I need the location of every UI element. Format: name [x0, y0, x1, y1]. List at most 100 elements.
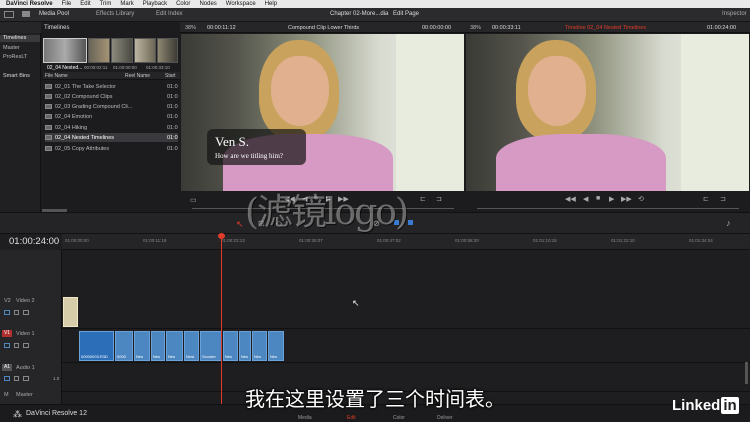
linkedin-logo: Linked in: [672, 397, 739, 414]
source-frame[interactable]: Ven S. How are we titling him?: [181, 34, 464, 191]
source-clip-title[interactable]: Compound Clip Lower Thirds: [288, 25, 359, 31]
bin-proreslt[interactable]: ProResLT: [3, 54, 27, 60]
monitor-icon[interactable]: [4, 343, 10, 348]
loop-icon[interactable]: ⟲: [638, 195, 644, 205]
v1-clip[interactable]: Nes: [166, 331, 183, 361]
v1-clip[interactable]: 0000: [115, 331, 133, 361]
timeline-ruler[interactable]: 01:00:00:00 01:00:11:18 01:00:23:13 01:0…: [62, 234, 750, 250]
menu-color[interactable]: Color: [176, 1, 190, 7]
menu-help[interactable]: Help: [265, 1, 277, 7]
menu-file[interactable]: File: [62, 1, 72, 7]
v1-clip[interactable]: Scooter: [200, 331, 222, 361]
list-item[interactable]: 02_01 The Take Selector 01:0: [45, 82, 178, 91]
audio-meter-icon[interactable]: ♪: [726, 218, 731, 228]
track-badge-a1[interactable]: A1: [2, 364, 12, 371]
disable-track-icon[interactable]: [23, 310, 29, 315]
timeline-play-icon[interactable]: ▶: [609, 195, 614, 205]
v1-clip[interactable]: Nes: [252, 331, 267, 361]
timeline-icon: [45, 146, 52, 151]
thumb-name: 02_04 Nested...: [47, 65, 83, 71]
effects-library-button[interactable]: Effects Library: [96, 11, 134, 17]
media-pool-button[interactable]: Media Pool: [39, 11, 69, 17]
list-item[interactable]: 02_02 Compound Clips 01:0: [45, 92, 178, 101]
timeline-in-icon[interactable]: ⊏: [703, 195, 709, 205]
v1-clip[interactable]: Nes: [239, 331, 251, 361]
timeline-icon: [45, 94, 52, 99]
col-reel-name[interactable]: Reel Name: [125, 73, 150, 79]
clip-thumbnail[interactable]: [43, 38, 87, 63]
menu-workspace[interactable]: Workspace: [226, 1, 256, 7]
track-name-a1[interactable]: Audio 1: [16, 365, 35, 371]
menu-edit[interactable]: Edit: [80, 1, 90, 7]
solo-icon[interactable]: [23, 376, 29, 381]
v1-clip[interactable]: Nest: [184, 331, 199, 361]
list-item[interactable]: 02_05 Copy Attributes 01:0: [45, 144, 178, 153]
page-media[interactable]: Media: [298, 415, 312, 421]
lock-icon[interactable]: [14, 310, 19, 315]
media-pool-icon: [22, 11, 30, 17]
thumb-tc2: 01:00:00:00: [113, 65, 137, 70]
source-zoom[interactable]: 38%: [185, 25, 196, 31]
col-start[interactable]: Start: [165, 73, 176, 79]
timeline-next-icon[interactable]: ▶▶: [621, 195, 632, 205]
edit-index-button[interactable]: Edit Index: [156, 11, 183, 17]
thumbnail-strip: 02_04 Nested... 00:00:02:11 01:00:00:00 …: [43, 38, 178, 72]
menu-mark[interactable]: Mark: [120, 1, 133, 7]
col-file-name[interactable]: File Name: [45, 73, 68, 79]
bin-list: Timelines Master ProResLT Smart Bins: [0, 33, 41, 212]
bin-master[interactable]: Master: [3, 45, 20, 51]
timeline-stop-icon[interactable]: ■: [596, 195, 600, 205]
clip-thumbnail[interactable]: [88, 38, 110, 63]
timeline-viewer: 38% 00:00:33:11 Timeline 02_04 Nested Ti…: [465, 22, 750, 212]
timeline-out-icon[interactable]: ⊐: [720, 195, 726, 205]
panel-toggle-icon[interactable]: [4, 11, 14, 18]
timeline-scrubber[interactable]: [477, 208, 739, 209]
disable-track-icon[interactable]: [23, 343, 29, 348]
v2-clip[interactable]: [63, 297, 78, 327]
v1-clip[interactable]: Nes: [268, 331, 284, 361]
v1-clip[interactable]: Nes: [134, 331, 150, 361]
source-view-options-icon[interactable]: ▭: [190, 196, 197, 206]
menu-playback[interactable]: Playback: [143, 1, 167, 7]
track-name-v2[interactable]: Video 2: [16, 298, 35, 304]
timeline-viewer-timecode: 01:00:24:00: [707, 25, 737, 31]
timeline-zoom[interactable]: 38%: [470, 25, 481, 31]
v1-clip[interactable]: Nes: [151, 331, 165, 361]
source-in-icon[interactable]: ⊏: [420, 195, 426, 205]
bin-timelines[interactable]: Timelines: [0, 35, 40, 42]
clip-thumbnail[interactable]: [157, 38, 178, 63]
source-timecode: 00:00:00:00: [422, 25, 452, 31]
timeline-viewer-title[interactable]: Timeline 02_04 Nested Timelines: [565, 25, 646, 31]
v1-clip[interactable]: 00000003.R3D: [79, 331, 114, 361]
timeline-frame[interactable]: [466, 34, 749, 191]
app-name[interactable]: DaVinci Resolve: [6, 1, 53, 7]
page-color[interactable]: Color: [393, 415, 405, 421]
timeline-prev-icon[interactable]: ◀◀: [565, 195, 576, 205]
v1-clip[interactable]: Nes: [223, 331, 238, 361]
track-badge-v1[interactable]: V1: [2, 330, 12, 337]
list-item[interactable]: 02_04 Emotion 01:0: [45, 112, 178, 121]
selection-tool-icon[interactable]: ↖: [236, 219, 244, 230]
marker-icon[interactable]: [408, 220, 413, 225]
monitor-icon[interactable]: [4, 310, 10, 315]
page-deliver[interactable]: Deliver: [437, 415, 453, 421]
playhead-handle[interactable]: [218, 233, 225, 239]
menu-nodes[interactable]: Nodes: [199, 1, 216, 7]
list-item-selected[interactable]: 02_04 Nested Timelines 01:0: [45, 133, 178, 142]
clip-thumbnail[interactable]: [134, 38, 156, 63]
source-out-icon[interactable]: ⊐: [436, 195, 442, 205]
track-name-v1[interactable]: Video 1: [16, 331, 35, 337]
list-item[interactable]: 02_04 Hiking 01:0: [45, 123, 178, 132]
timeline-scrollbar[interactable]: [745, 362, 748, 384]
timeline-play-reverse-icon[interactable]: ◀: [583, 195, 588, 205]
menu-bar: DaVinci Resolve File Edit Trim Mark Play…: [0, 0, 750, 8]
playhead[interactable]: [221, 234, 222, 404]
menu-trim[interactable]: Trim: [100, 1, 112, 7]
page-edit[interactable]: Edit: [347, 415, 356, 421]
lock-icon[interactable]: [14, 343, 19, 348]
clip-thumbnail[interactable]: [111, 38, 133, 63]
speaker-icon[interactable]: [4, 376, 10, 381]
list-item[interactable]: 02_03 Grading Compound Cli... 01:0: [45, 102, 178, 111]
lock-icon[interactable]: [14, 376, 19, 381]
inspector-button[interactable]: Inspector: [722, 11, 747, 17]
